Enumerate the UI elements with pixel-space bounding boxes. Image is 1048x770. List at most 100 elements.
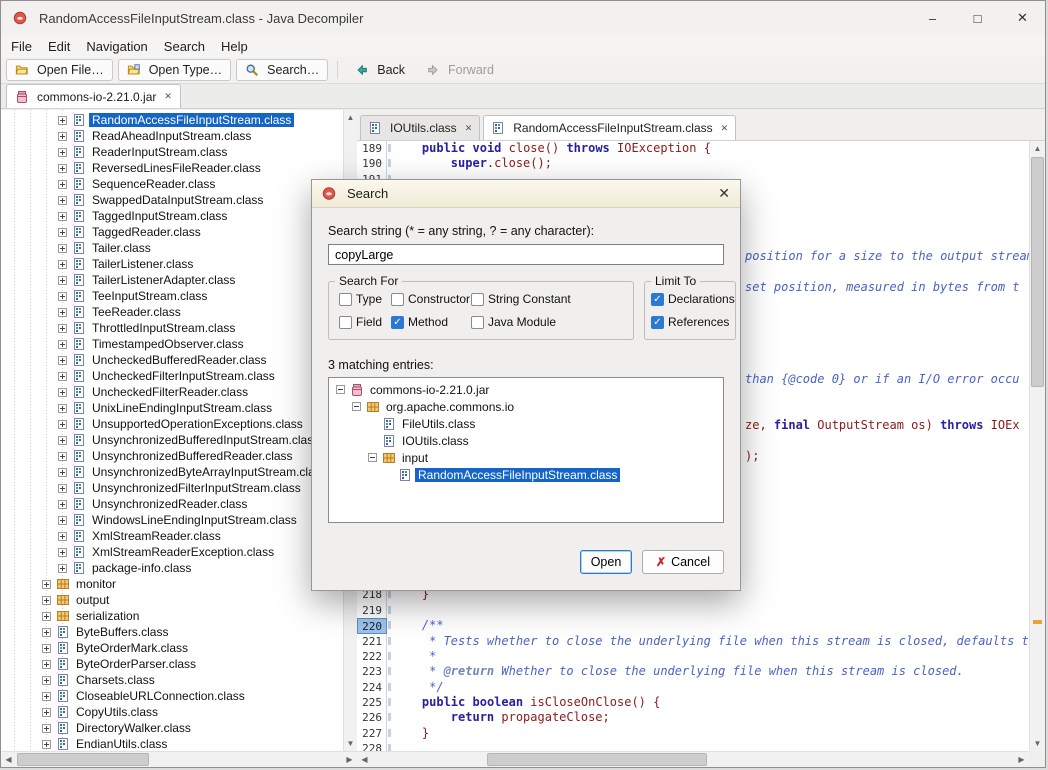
tree-item[interactable]: SequenceReader.class: [1, 176, 343, 192]
plus-icon[interactable]: [57, 451, 68, 462]
plus-icon[interactable]: [57, 419, 68, 430]
tree-item[interactable]: org.apache.commons.io: [329, 398, 723, 415]
tree-item[interactable]: UnsynchronizedReader.class: [1, 496, 343, 512]
tree-item[interactable]: XmlStreamReader.class: [1, 528, 343, 544]
plus-icon[interactable]: [41, 707, 52, 718]
tree-item[interactable]: TeeInputStream.class: [1, 288, 343, 304]
plus-icon[interactable]: [57, 403, 68, 414]
tree-item[interactable]: ByteOrderParser.class: [1, 656, 343, 672]
tree-item[interactable]: ByteOrderMark.class: [1, 640, 343, 656]
checkbox-unchecked-icon[interactable]: [339, 316, 352, 329]
tree-item[interactable]: EndianUtils.class: [1, 736, 343, 751]
plus-icon[interactable]: [57, 387, 68, 398]
tree-item[interactable]: DirectoryWalker.class: [1, 720, 343, 736]
scrollbar-thumb[interactable]: [487, 753, 707, 766]
tab-close-icon[interactable]: ✕: [721, 123, 729, 134]
tree-item[interactable]: FileUtils.class: [329, 415, 723, 432]
minus-icon[interactable]: [335, 384, 346, 395]
tree-item[interactable]: TaggedInputStream.class: [1, 208, 343, 224]
tree-item[interactable]: TimestampedObserver.class: [1, 336, 343, 352]
scrollbar-thumb[interactable]: [17, 753, 149, 766]
tree-item[interactable]: serialization: [1, 608, 343, 624]
tree-item[interactable]: ReadAheadInputStream.class: [1, 128, 343, 144]
plus-icon[interactable]: [57, 307, 68, 318]
tree-item[interactable]: UncheckedBufferedReader.class: [1, 352, 343, 368]
checkbox-unchecked-icon[interactable]: [471, 316, 484, 329]
plus-icon[interactable]: [57, 467, 68, 478]
code-line[interactable]: 221 * Tests whether to close the underly…: [357, 634, 1029, 649]
checkbox-checked-icon[interactable]: ✓: [651, 316, 664, 329]
tree-item[interactable]: CloseableURLConnection.class: [1, 688, 343, 704]
plus-icon[interactable]: [57, 435, 68, 446]
maximize-button[interactable]: □: [955, 1, 1000, 35]
tree-item[interactable]: ByteBuffers.class: [1, 624, 343, 640]
code-line[interactable]: 190 super.close();: [357, 156, 1029, 171]
scroll-left-arrow[interactable]: ◀: [1, 752, 16, 767]
tree-item[interactable]: UnsynchronizedByteArrayInputStream.class: [1, 464, 343, 480]
plus-icon[interactable]: [57, 275, 68, 286]
plus-icon[interactable]: [41, 723, 52, 734]
tree-item[interactable]: Tailer.class: [1, 240, 343, 256]
code-line[interactable]: 222 *: [357, 649, 1029, 664]
editor-horizontal-scrollbar[interactable]: ◀ ▶: [357, 751, 1029, 767]
tree-item[interactable]: TailerListener.class: [1, 256, 343, 272]
tree-item[interactable]: WindowsLineEndingInputStream.class: [1, 512, 343, 528]
tree-item[interactable]: ThrottledInputStream.class: [1, 320, 343, 336]
tree-item[interactable]: ReversedLinesFileReader.class: [1, 160, 343, 176]
checkbox-unchecked-icon[interactable]: [471, 293, 484, 306]
tab-jar[interactable]: commons-io-2.21.0.jar ✕: [6, 84, 181, 108]
plus-icon[interactable]: [41, 739, 52, 750]
checkbox-checked-icon[interactable]: ✓: [651, 293, 664, 306]
plus-icon[interactable]: [57, 371, 68, 382]
tree-item[interactable]: RandomAccessFileInputStream.class: [329, 466, 723, 483]
plus-icon[interactable]: [57, 339, 68, 350]
code-line[interactable]: 224 */: [357, 680, 1029, 695]
search-button[interactable]: Search…: [236, 59, 328, 81]
checkbox-java-module[interactable]: Java Module: [471, 315, 633, 329]
editor-vertical-scrollbar[interactable]: ▲ ▼: [1029, 141, 1045, 751]
code-line[interactable]: 227 }: [357, 726, 1029, 741]
plus-icon[interactable]: [57, 115, 68, 126]
checkbox-references[interactable]: ✓References: [651, 315, 735, 329]
plus-icon[interactable]: [57, 323, 68, 334]
plus-icon[interactable]: [41, 595, 52, 606]
scroll-right-arrow[interactable]: ▶: [1014, 752, 1029, 767]
forward-button[interactable]: Forward: [418, 59, 502, 81]
checkbox-type[interactable]: Type: [339, 292, 391, 306]
tree-item[interactable]: UnsynchronizedBufferedReader.class: [1, 448, 343, 464]
plus-icon[interactable]: [57, 243, 68, 254]
tree-item[interactable]: UnixLineEndingInputStream.class: [1, 400, 343, 416]
plus-icon[interactable]: [57, 291, 68, 302]
code-line[interactable]: 219: [357, 603, 1029, 618]
checkbox-constructor[interactable]: Constructor: [391, 292, 471, 306]
tree-item[interactable]: commons-io-2.21.0.jar: [329, 381, 723, 398]
checkbox-unchecked-icon[interactable]: [339, 293, 352, 306]
plus-icon[interactable]: [57, 195, 68, 206]
search-input[interactable]: [328, 244, 724, 265]
tree-item[interactable]: monitor: [1, 576, 343, 592]
plus-icon[interactable]: [57, 147, 68, 158]
plus-icon[interactable]: [57, 515, 68, 526]
tree-item[interactable]: Charsets.class: [1, 672, 343, 688]
menu-navigation[interactable]: Navigation: [78, 37, 155, 56]
plus-icon[interactable]: [41, 643, 52, 654]
plus-icon[interactable]: [57, 355, 68, 366]
close-button[interactable]: ✕: [1000, 1, 1045, 35]
plus-icon[interactable]: [57, 163, 68, 174]
tree-item[interactable]: IOUtils.class: [329, 432, 723, 449]
scrollbar-thumb[interactable]: [1031, 157, 1044, 387]
tree-horizontal-scrollbar[interactable]: ◀ ▶: [1, 751, 357, 767]
plus-icon[interactable]: [57, 531, 68, 542]
minimize-button[interactable]: –: [910, 1, 955, 35]
scroll-left-arrow[interactable]: ◀: [357, 752, 372, 767]
code-line[interactable]: 189 public void close() throws IOExcepti…: [357, 141, 1029, 156]
plus-icon[interactable]: [41, 611, 52, 622]
tree-item[interactable]: UnsupportedOperationExceptions.class: [1, 416, 343, 432]
minus-icon[interactable]: [367, 452, 378, 463]
plus-icon[interactable]: [41, 659, 52, 670]
code-line[interactable]: 220 /**: [357, 618, 1029, 633]
tab-close-icon[interactable]: ✕: [164, 91, 172, 102]
tree-item[interactable]: SwappedDataInputStream.class: [1, 192, 343, 208]
plus-icon[interactable]: [41, 675, 52, 686]
tree-item[interactable]: CopyUtils.class: [1, 704, 343, 720]
